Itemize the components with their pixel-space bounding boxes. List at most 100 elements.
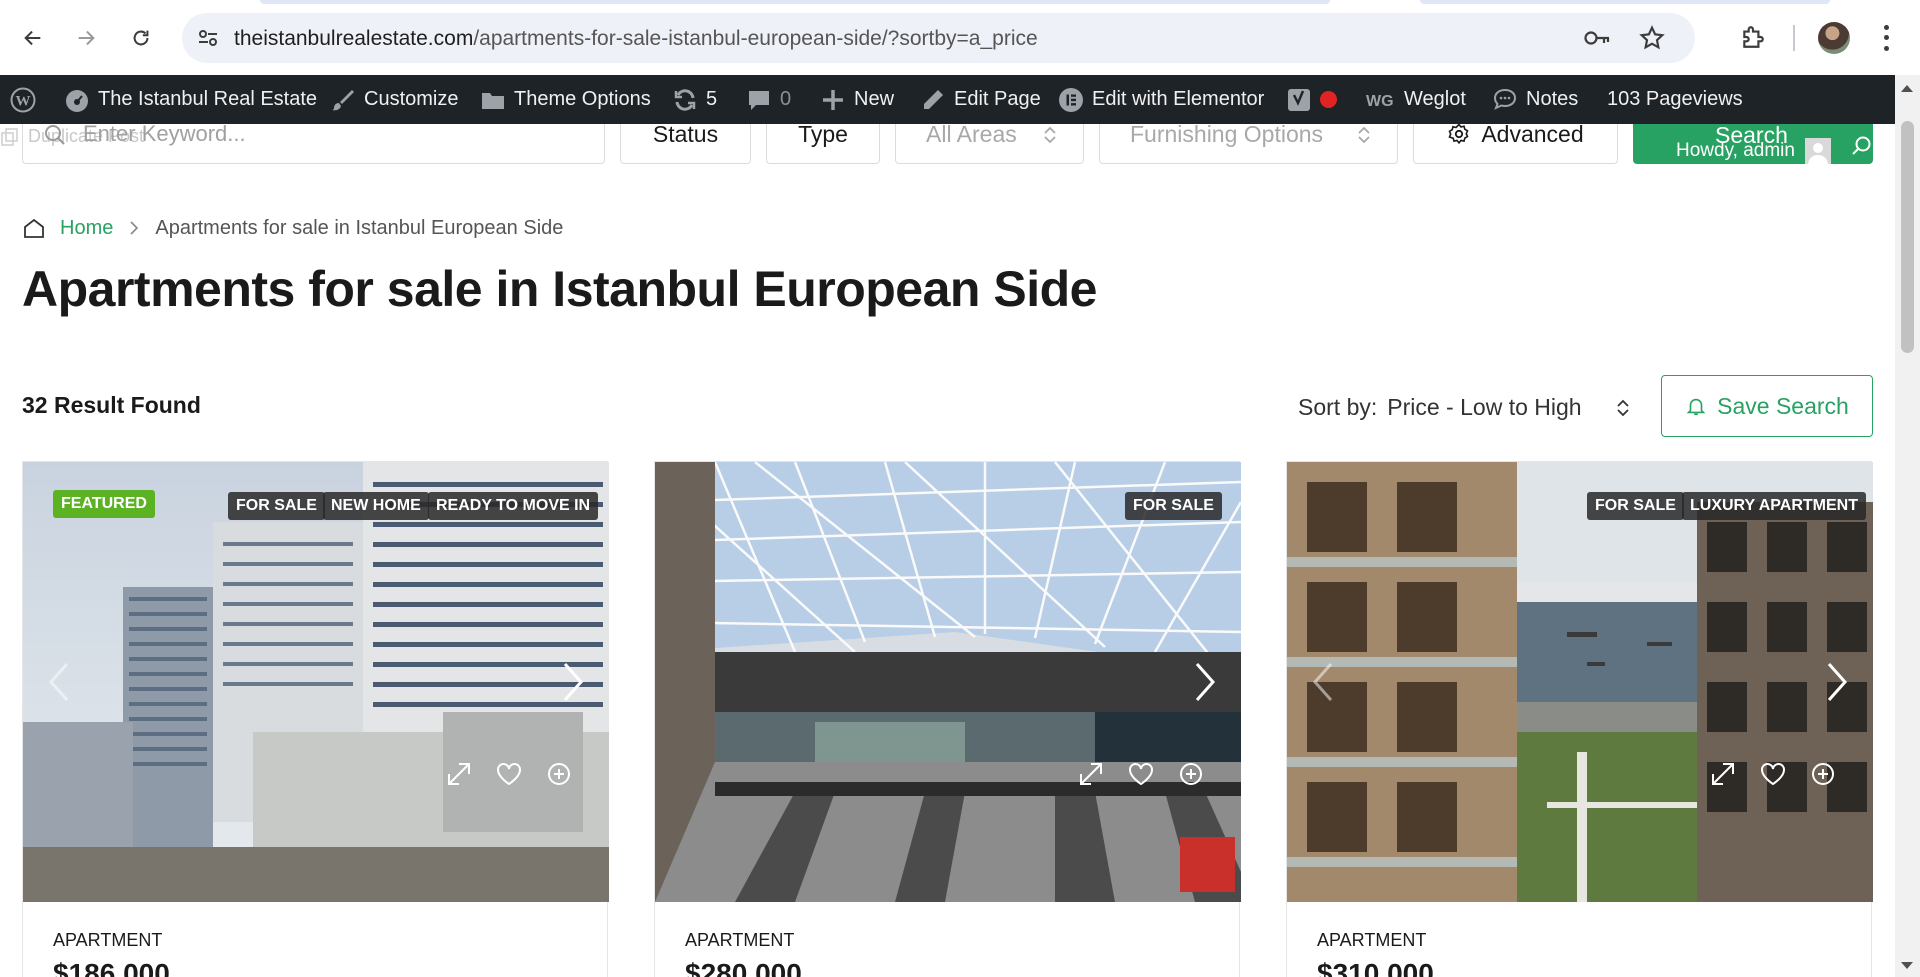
comment-bubble-icon xyxy=(749,90,769,110)
reload-button[interactable] xyxy=(121,18,161,58)
furnishing-filter[interactable]: Furnishing Options xyxy=(1099,124,1398,164)
advanced-button[interactable]: Advanced xyxy=(1413,124,1618,164)
back-button[interactable] xyxy=(13,18,53,58)
status-badge: LUXURY APARTMENT xyxy=(1682,492,1866,520)
expand-icon[interactable] xyxy=(1709,760,1737,788)
updates-link[interactable]: 5 xyxy=(672,75,717,124)
reload-icon xyxy=(133,30,149,46)
breadcrumb-home-link[interactable]: Home xyxy=(60,217,113,240)
pageviews-link[interactable]: 103 Pageviews xyxy=(1607,75,1743,124)
listing-card[interactable]: FEATURED FOR SALE NEW HOME READY TO MOVE… xyxy=(22,461,609,977)
search-filter-bar: Duplicate Post Status Type All Areas Fur… xyxy=(0,124,1895,164)
chevron-updown-icon xyxy=(1358,126,1370,144)
heart-icon[interactable] xyxy=(1759,760,1787,788)
chevron-right-icon[interactable] xyxy=(1821,660,1851,704)
photo-tools xyxy=(445,760,573,788)
chevron-right-icon[interactable] xyxy=(1189,660,1219,704)
comments-link[interactable]: 0 xyxy=(746,75,791,124)
password-key-icon[interactable] xyxy=(1583,25,1611,51)
arrow-left-icon xyxy=(24,30,41,46)
svg-text:W: W xyxy=(16,93,31,109)
new-label: New xyxy=(854,88,895,110)
scroll-up-icon[interactable] xyxy=(1901,85,1913,92)
status-label: Status xyxy=(652,124,719,147)
site-name-link[interactable]: The Istanbul Real Estate xyxy=(64,75,317,124)
admin-avatar xyxy=(1804,138,1831,164)
listing-photo[interactable]: FOR SALE LUXURY APARTMENT xyxy=(1287,462,1873,902)
listing-photo[interactable]: FOR SALE xyxy=(655,462,1241,902)
heart-icon[interactable] xyxy=(495,760,523,788)
notes-link[interactable]: Notes xyxy=(1492,75,1578,124)
toolbar-divider xyxy=(1793,25,1795,51)
type-filter[interactable]: Type xyxy=(766,124,880,164)
browser-menu-icon[interactable] xyxy=(1876,22,1896,54)
chevron-right-icon[interactable] xyxy=(557,660,587,704)
seo-status-dot xyxy=(1320,91,1337,108)
comments-count: 0 xyxy=(780,88,792,110)
compare-plus-icon[interactable] xyxy=(1809,760,1837,788)
updates-count: 5 xyxy=(706,88,718,110)
browser-toolbar: theistanbulrealestate.com/apartments-for… xyxy=(0,0,1920,75)
search-icon xyxy=(45,125,65,145)
edit-elementor-label: Edit with Elementor xyxy=(1092,88,1265,110)
expand-icon[interactable] xyxy=(445,760,473,788)
bookmark-star-icon[interactable] xyxy=(1639,25,1665,51)
seo-plugin-link[interactable] xyxy=(1286,75,1337,124)
forward-button[interactable] xyxy=(66,18,106,58)
plus-icon xyxy=(823,89,843,110)
user-silhouette-icon xyxy=(1807,143,1828,164)
listing-image-towers xyxy=(23,462,609,902)
howdy-admin-menu[interactable]: Howdy, admin xyxy=(1676,138,1831,164)
save-search-button[interactable]: Save Search xyxy=(1661,375,1873,437)
address-bar[interactable]: theistanbulrealestate.com/apartments-for… xyxy=(182,13,1695,63)
page-content: Duplicate Post Status Type All Areas Fur… xyxy=(0,124,1895,977)
dashboard-gauge-icon xyxy=(66,89,88,112)
chevron-left-icon[interactable] xyxy=(1309,660,1339,704)
wordpress-logo-button[interactable]: W xyxy=(10,75,36,124)
profile-avatar[interactable] xyxy=(1818,22,1850,54)
photo-tools xyxy=(1077,760,1205,788)
wordpress-icon: W xyxy=(10,87,36,112)
svg-text:WG: WG xyxy=(1366,93,1394,110)
listing-card[interactable]: FOR SALE LUXURY APARTMENT APARTMENT $310… xyxy=(1286,461,1873,977)
edit-elementor-link[interactable]: Edit with Elementor xyxy=(1058,75,1264,124)
compare-plus-icon[interactable] xyxy=(545,760,573,788)
extensions-puzzle-icon[interactable] xyxy=(1740,24,1766,50)
notes-label: Notes xyxy=(1526,88,1579,110)
heart-icon[interactable] xyxy=(1127,760,1155,788)
howdy-label: Howdy, admin xyxy=(1676,140,1795,161)
tab-edge[interactable] xyxy=(1420,0,1830,4)
edit-page-link[interactable]: Edit Page xyxy=(920,75,1041,124)
status-badge: NEW HOME xyxy=(323,492,429,520)
url-text[interactable]: theistanbulrealestate.com/apartments-for… xyxy=(234,27,1038,51)
scroll-down-icon[interactable] xyxy=(1901,962,1913,969)
expand-icon[interactable] xyxy=(1077,760,1105,788)
updates-icon xyxy=(674,88,696,111)
compare-plus-icon[interactable] xyxy=(1177,760,1205,788)
areas-filter[interactable]: All Areas xyxy=(895,124,1084,164)
scrollbar-thumb[interactable] xyxy=(1901,121,1914,353)
url-host: theistanbulrealestate.com xyxy=(234,27,474,50)
pencil-icon xyxy=(924,89,943,109)
admin-search-icon[interactable] xyxy=(1851,134,1873,156)
weglot-link[interactable]: WG Weglot xyxy=(1366,75,1466,124)
listing-photo[interactable]: FEATURED FOR SALE NEW HOME READY TO MOVE… xyxy=(23,462,609,902)
sort-select[interactable]: Sort by: Price - Low to High xyxy=(1298,394,1630,421)
keyword-search-field[interactable] xyxy=(22,124,605,164)
chevron-updown-icon xyxy=(1616,399,1629,416)
page-scrollbar[interactable] xyxy=(1895,75,1920,977)
status-filter[interactable]: Status xyxy=(620,124,751,164)
listing-image-seaview xyxy=(1287,462,1873,902)
duplicate-icon xyxy=(1,127,18,146)
chevron-left-icon[interactable] xyxy=(45,660,75,704)
furnishing-label: Furnishing Options xyxy=(1130,124,1324,147)
home-icon xyxy=(24,218,44,238)
keyword-input[interactable] xyxy=(83,124,583,149)
active-tab-edge[interactable] xyxy=(260,0,1330,4)
theme-options-link[interactable]: Theme Options xyxy=(480,75,651,124)
site-info-icon[interactable] xyxy=(196,26,220,50)
listing-card[interactable]: FOR SALE APARTMENT $280,000 xyxy=(654,461,1241,977)
new-content-link[interactable]: New xyxy=(820,75,894,124)
customize-link[interactable]: Customize xyxy=(330,75,458,124)
property-type: APARTMENT xyxy=(1317,930,1427,950)
